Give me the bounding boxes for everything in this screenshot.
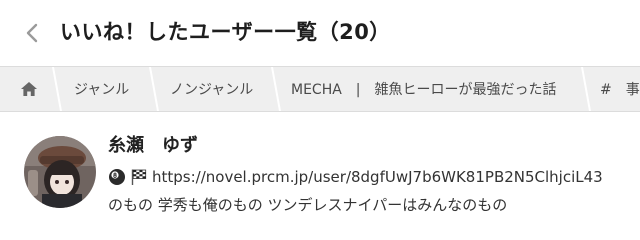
- home-icon: [20, 82, 37, 96]
- page-title: いいね！したユーザー一覧（20）: [60, 20, 391, 44]
- profile-intro: https://novel.prcm.jp/user/8dgfUwJ7b6WK8…: [108, 165, 603, 189]
- user-name[interactable]: 糸瀬 ゆず: [108, 132, 198, 160]
- tag-work-title[interactable]: MECHA | 雑魚ヒーローが最強だった話: [291, 67, 557, 111]
- home-tab[interactable]: [0, 67, 57, 111]
- checkered-flag-icon: [131, 169, 147, 185]
- breadcrumb-divider: [149, 67, 159, 111]
- breadcrumb-divider: [271, 67, 281, 111]
- breadcrumb-divider: [581, 67, 591, 111]
- chevron-left-icon: [26, 23, 38, 43]
- 8-ball-icon: [109, 169, 125, 185]
- user-list-item[interactable]: 糸瀬 ゆず https://novel.prcm.jp/user/8dgfUwJ…: [0, 112, 640, 240]
- tag-hashtag[interactable]: # 事: [600, 67, 640, 111]
- profile-bio: のもの 学秀も俺のもの ツンデレスナイパーはみんなのもの: [108, 196, 508, 214]
- breadcrumb-divider: [52, 67, 62, 111]
- avatar[interactable]: [24, 136, 96, 208]
- app-header: いいね！したユーザー一覧（20）: [0, 0, 640, 66]
- genre-tag-bar[interactable]: ジャンル ノンジャンル MECHA | 雑魚ヒーローが最強だった話 # 事: [0, 66, 640, 112]
- back-button[interactable]: [16, 17, 48, 49]
- profile-url[interactable]: https://novel.prcm.jp/user/8dgfUwJ7b6WK8…: [152, 168, 603, 186]
- tag-non-genre[interactable]: ノンジャンル: [170, 67, 253, 111]
- avatar-image: [24, 136, 96, 208]
- tag-genre[interactable]: ジャンル: [74, 67, 129, 111]
